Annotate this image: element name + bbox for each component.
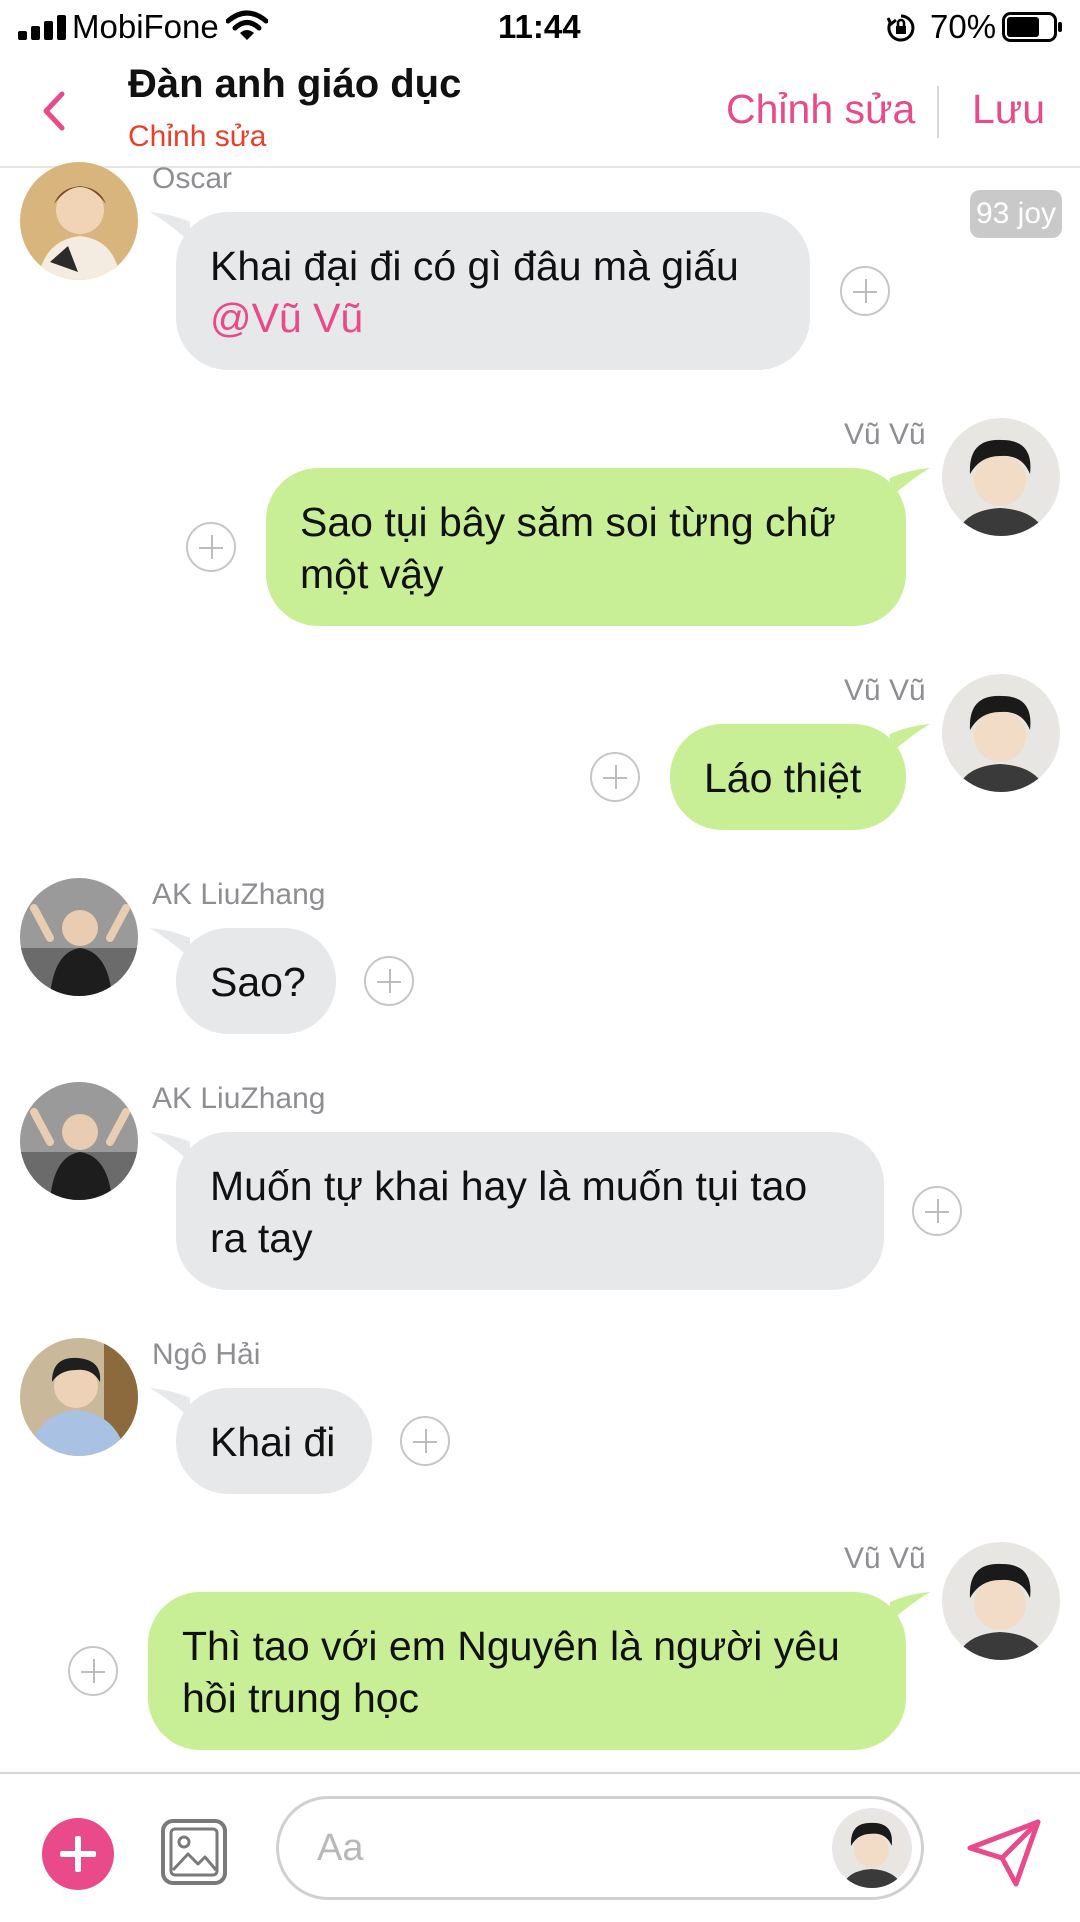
add-reaction-icon[interactable] <box>590 752 640 802</box>
sender-name: Vũ Vũ <box>844 1542 926 1575</box>
message-bubble[interactable]: Sao tụi bây săm soi từng chữ một vậy <box>266 468 906 626</box>
message-bubble[interactable]: Khai đi <box>176 1388 372 1494</box>
message-bubble[interactable]: Láo thiệt <box>670 724 906 830</box>
mention-link[interactable]: @Vũ Vũ <box>210 295 363 341</box>
message-bubble[interactable]: Sao? <box>176 928 336 1034</box>
rotation-lock-icon <box>886 14 915 42</box>
add-reaction-icon[interactable] <box>68 1646 118 1696</box>
message-text: Thì tao với em Nguyên là người yêu <box>182 1623 840 1669</box>
joy-badge: 93 joy <box>970 190 1062 238</box>
composer-bar <box>0 1772 1080 1922</box>
chat-title: Đàn anh giáo dục <box>128 62 462 106</box>
wifi-icon <box>226 10 268 40</box>
avatar[interactable] <box>942 418 1060 536</box>
avatar[interactable] <box>942 1542 1060 1660</box>
avatar[interactable] <box>942 674 1060 792</box>
message-text: Khai đại đi có gì đâu mà giấu <box>210 243 739 289</box>
message-bubble[interactable]: Khai đại đi có gì đâu mà giấu @Vũ Vũ <box>176 212 810 370</box>
chat-header: Đàn anh giáo dục Chỉnh sửa Chỉnh sửa Lưu <box>0 56 1080 168</box>
sender-name: Vũ Vũ <box>844 674 926 707</box>
message-text: một vậy <box>300 551 444 597</box>
battery-icon <box>1002 12 1062 42</box>
add-reaction-icon[interactable] <box>400 1416 450 1466</box>
send-icon[interactable] <box>966 1818 1042 1888</box>
image-icon[interactable] <box>160 1818 228 1886</box>
avatar[interactable] <box>20 1082 138 1200</box>
message-text: hồi trung học <box>182 1675 420 1721</box>
add-plus-icon[interactable] <box>42 1818 114 1890</box>
avatar[interactable] <box>20 1338 138 1456</box>
signal-icon <box>18 14 72 40</box>
avatar[interactable] <box>20 162 138 280</box>
sender-name: Ngô Hải <box>152 1338 261 1371</box>
add-reaction-icon[interactable] <box>912 1186 962 1236</box>
avatar[interactable] <box>20 878 138 996</box>
message-text: Muốn tự khai hay là muốn tụi tao <box>210 1163 808 1209</box>
clock: 11:44 <box>498 8 581 45</box>
sender-name: AK LiuZhang <box>152 1082 326 1115</box>
add-reaction-icon[interactable] <box>364 956 414 1006</box>
composer-avatar[interactable] <box>832 1808 912 1888</box>
back-chevron-icon[interactable] <box>36 86 76 136</box>
add-reaction-icon[interactable] <box>186 522 236 572</box>
message-text: ra tay <box>210 1215 313 1261</box>
message-text: Sao? <box>210 959 306 1005</box>
sender-name: Vũ Vũ <box>844 418 926 451</box>
message-input[interactable] <box>276 1796 924 1900</box>
message-text: Láo thiệt <box>704 755 862 801</box>
message-bubble[interactable]: Muốn tự khai hay là muốn tụi tao ra tay <box>176 1132 884 1290</box>
sender-name: Oscar <box>152 162 233 195</box>
message-bubble[interactable]: Thì tao với em Nguyên là người yêu hồi t… <box>148 1592 906 1750</box>
add-reaction-icon[interactable] <box>840 266 890 316</box>
edit-button[interactable]: Chỉnh sửa <box>726 86 915 133</box>
battery-percent: 70% <box>930 8 997 45</box>
message-text: Sao tụi bây săm soi từng chữ <box>300 499 836 545</box>
message-text: Khai đi <box>210 1419 336 1465</box>
sender-name: AK LiuZhang <box>152 878 326 911</box>
header-divider <box>937 86 939 138</box>
save-button[interactable]: Lưu <box>972 86 1045 133</box>
carrier-name: MobiFone <box>72 8 219 45</box>
status-bar: MobiFone 11:44 70% <box>0 0 1080 56</box>
chat-subtitle[interactable]: Chỉnh sửa <box>128 120 267 154</box>
